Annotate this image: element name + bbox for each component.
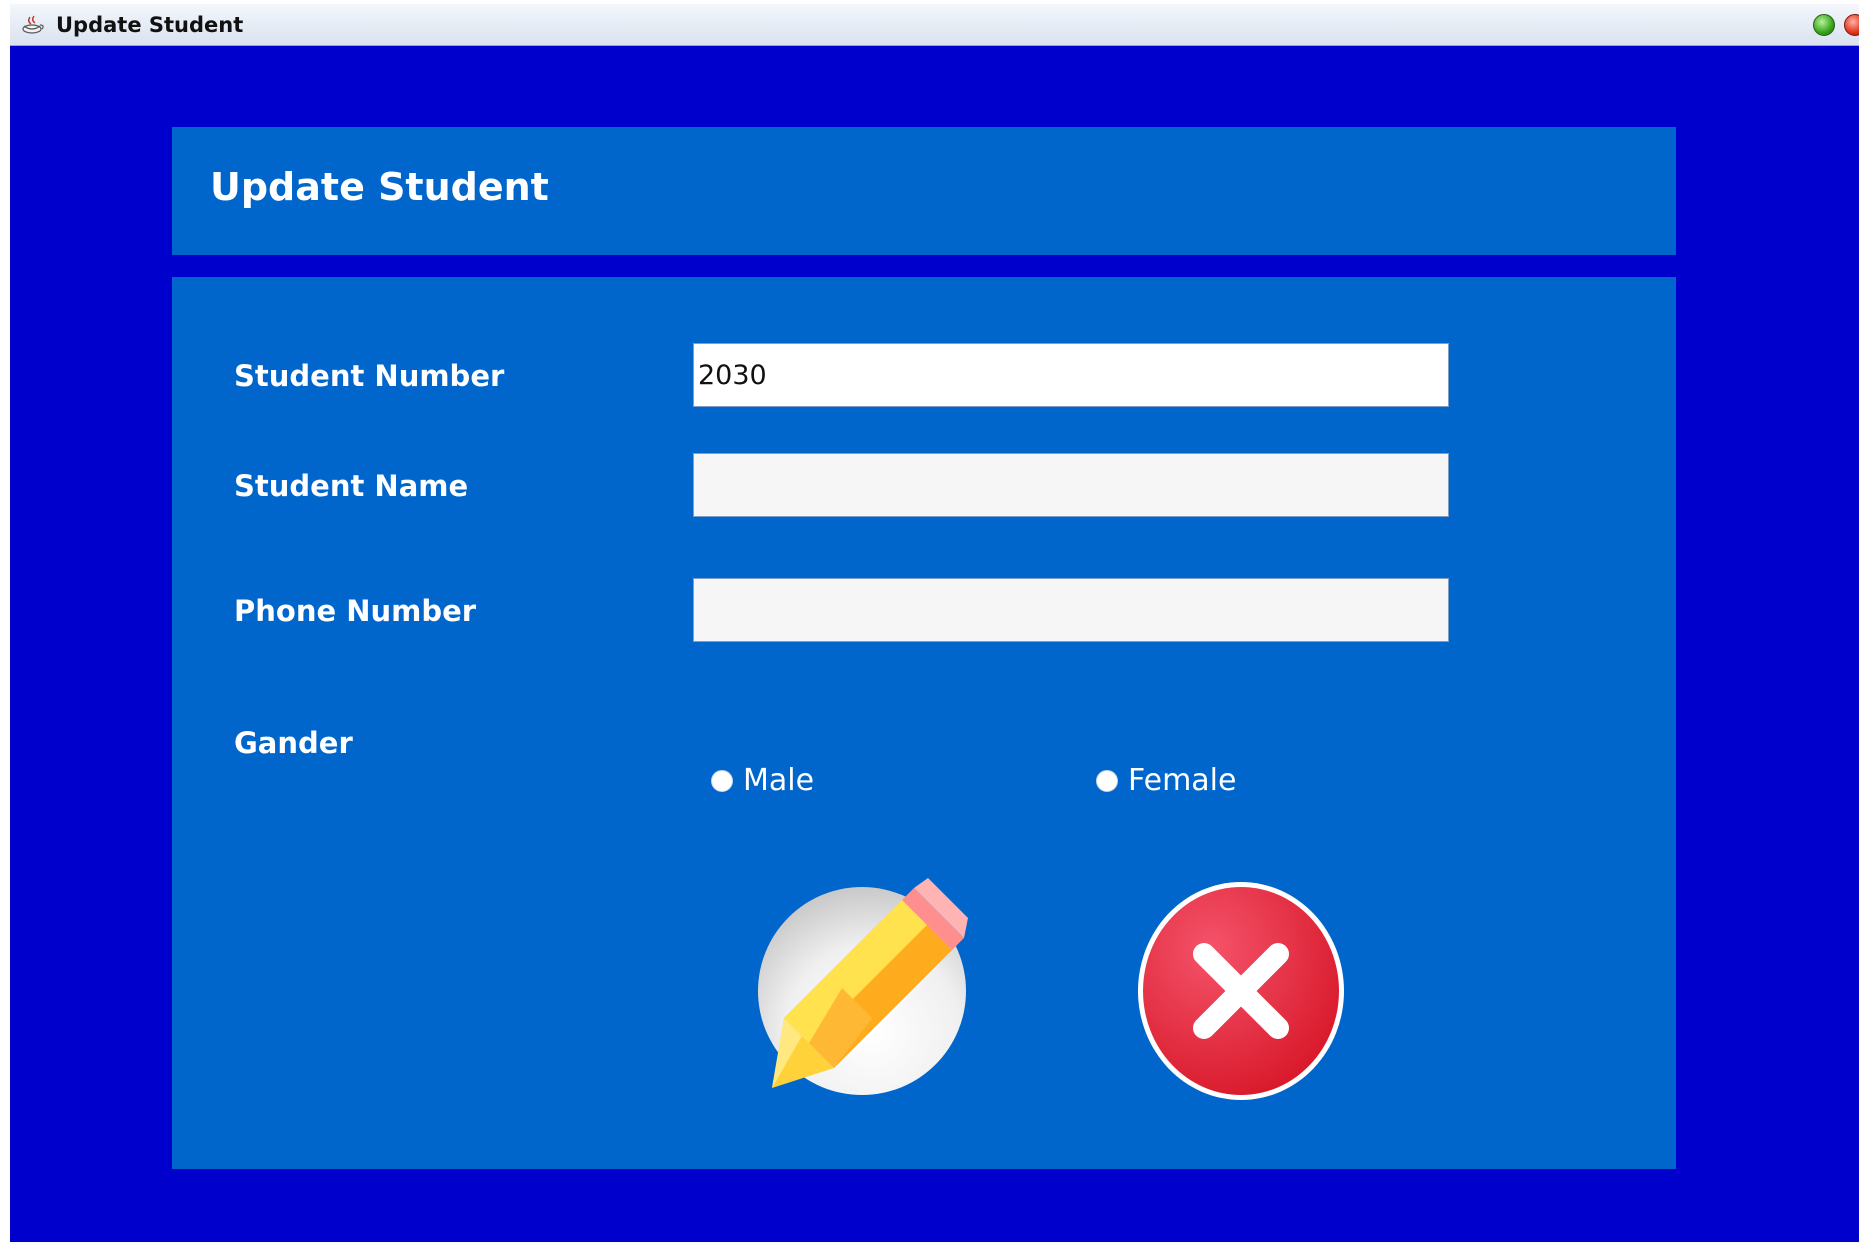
cancel-button[interactable] — [1136, 880, 1346, 1102]
window-title: Update Student — [56, 13, 244, 37]
maximize-button[interactable] — [1813, 14, 1835, 36]
gender-radio-male[interactable]: Male — [711, 763, 814, 798]
female-radio-label: Female — [1128, 763, 1237, 798]
close-icon — [1138, 882, 1344, 1100]
male-radio-button[interactable] — [711, 769, 733, 792]
female-radio-button[interactable] — [1096, 769, 1118, 792]
gender-radio-female[interactable]: Female — [1096, 763, 1236, 798]
header-panel: Update Student — [172, 127, 1676, 255]
student-number-label: Student Number — [234, 359, 505, 393]
student-name-input[interactable] — [693, 453, 1449, 517]
gender-label: Gander — [234, 726, 353, 760]
student-name-label: Student Name — [234, 469, 469, 503]
window-titlebar[interactable]: Update Student — [10, 4, 1859, 46]
phone-number-label: Phone Number — [234, 594, 477, 628]
close-window-button[interactable] — [1844, 14, 1859, 36]
phone-number-input[interactable] — [693, 578, 1449, 642]
java-app-icon — [22, 15, 44, 34]
student-number-input[interactable] — [693, 343, 1449, 407]
update-button[interactable] — [742, 878, 972, 1108]
update-student-window: Update Student Update Student Student Nu… — [10, 4, 1859, 1242]
pencil-icon — [758, 878, 968, 1095]
page-title: Update Student — [210, 165, 549, 209]
form-panel: Student Number Student Name Phone Number… — [172, 277, 1676, 1169]
male-radio-label: Male — [743, 763, 815, 798]
